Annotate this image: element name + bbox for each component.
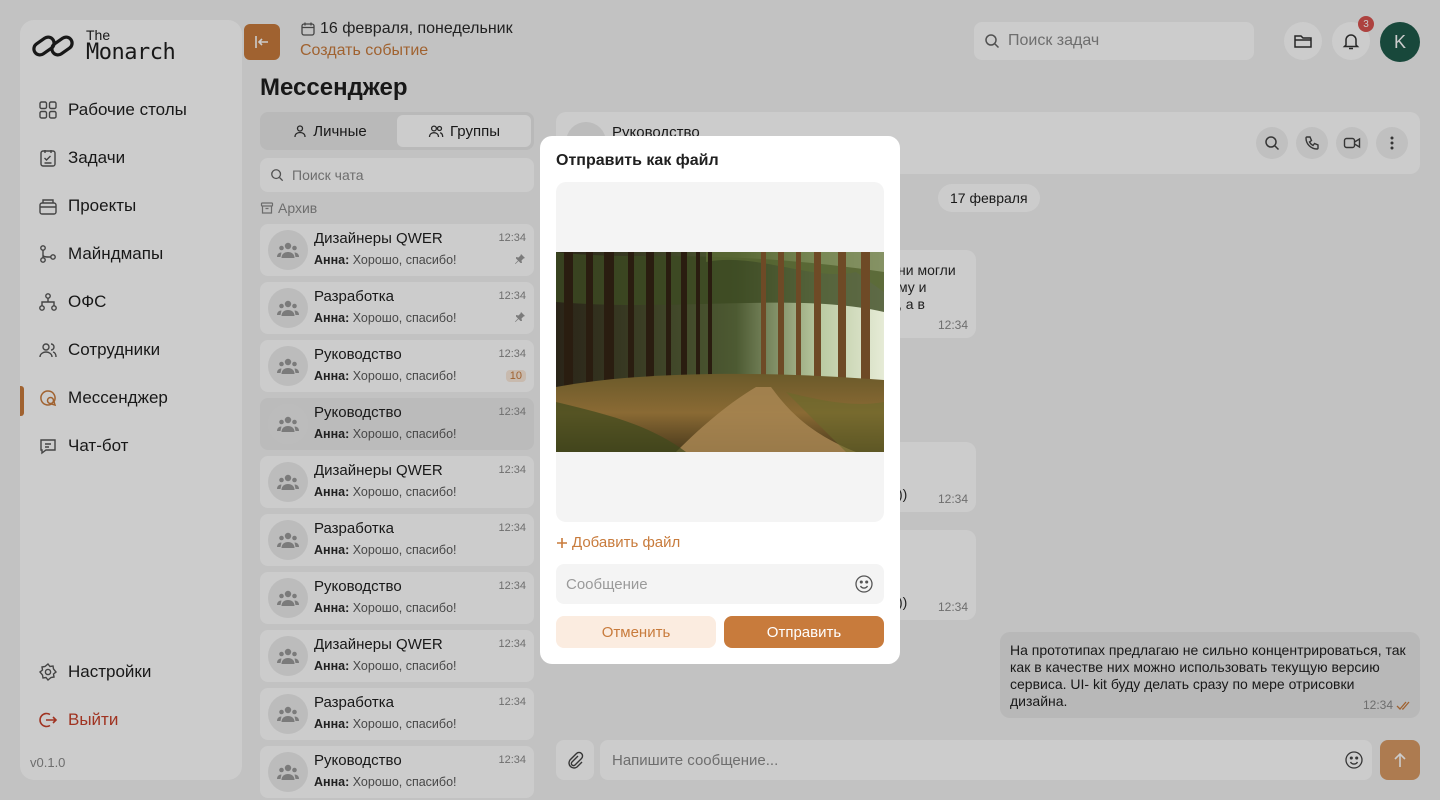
modal-title: Отправить как файл — [556, 152, 719, 169]
send-as-file-modal: Отправить как файл Добавить файл Сообщен… — [540, 136, 900, 664]
modal-message-placeholder: Сообщение — [566, 575, 648, 593]
plus-icon — [557, 537, 567, 548]
file-preview — [556, 182, 884, 522]
add-file-button[interactable]: Добавить файл — [556, 534, 680, 551]
send-button[interactable]: Отправить — [724, 616, 884, 648]
add-file-label: Добавить файл — [572, 534, 681, 551]
modal-message-input[interactable]: Сообщение — [556, 564, 884, 604]
forest-path-photo — [556, 252, 884, 452]
cancel-button[interactable]: Отменить — [556, 616, 716, 648]
modal-emoji-button[interactable] — [854, 574, 874, 598]
smile-icon — [855, 575, 873, 593]
